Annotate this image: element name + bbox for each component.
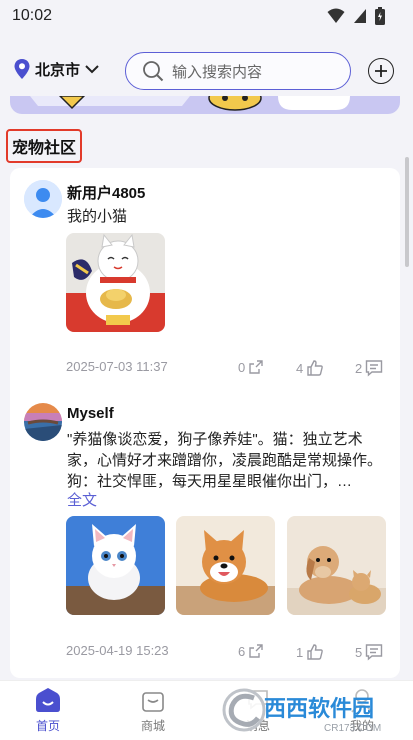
location-label: 北京市 (35, 61, 81, 79)
comment-icon (366, 360, 383, 377)
promo-banner[interactable] (10, 96, 400, 114)
comment-icon (366, 644, 383, 661)
comment-stat[interactable]: 5 (355, 643, 383, 661)
post-image-shiba[interactable] (176, 516, 275, 615)
post-card[interactable]: 新用户4805 我的小猫 2025-07-03 11:37 0 4 2 (10, 168, 400, 393)
tab-mall[interactable]: 商城 (123, 687, 183, 734)
share-icon (249, 644, 263, 658)
expand-full-text-link[interactable]: 全文 (67, 489, 97, 510)
post-image-dog-and-cat[interactable] (287, 516, 386, 615)
search-input[interactable]: 输入搜索内容 (125, 52, 351, 90)
post-card[interactable]: Myself "养猫像谈恋爱，狗子像养娃"。猫：独立艺术家，心情好才来蹭蹭你，凌… (10, 393, 400, 678)
battery-icon (375, 7, 385, 25)
watermark-brand: 西西软件园 (264, 696, 374, 721)
post-date: 2025-07-03 11:37 (66, 359, 168, 374)
section-title: 宠物社区 (6, 129, 83, 163)
tab-home[interactable]: 首页 (18, 687, 78, 734)
chevron-down-icon (85, 65, 99, 74)
post-text: 我的小猫 (67, 208, 128, 225)
landscape-avatar-image (24, 403, 62, 441)
search-placeholder: 输入搜索内容 (172, 63, 263, 81)
plus-icon (375, 65, 387, 77)
default-user-icon (24, 180, 62, 218)
shiba-dog-image (176, 516, 275, 615)
comment-count: 5 (355, 644, 363, 660)
kitten-image (66, 516, 165, 615)
post-image-kitten[interactable] (66, 516, 165, 615)
lucky-cat-image (66, 233, 165, 332)
post-username[interactable]: 新用户4805 (67, 182, 145, 203)
post-feed: 新用户4805 我的小猫 2025-07-03 11:37 0 4 2 Myse… (10, 168, 400, 678)
post-username[interactable]: Myself (67, 405, 114, 422)
top-bar: 北京市 输入搜索内容 (0, 46, 413, 96)
location-pin-icon (14, 59, 30, 79)
site-watermark: 西西软件园 CR173.COM (218, 682, 394, 738)
status-icons (327, 7, 385, 25)
share-count: 6 (238, 643, 246, 659)
like-stat[interactable]: 1 (296, 643, 324, 661)
share-icon (249, 360, 263, 374)
thumbs-up-icon (307, 644, 324, 660)
search-icon (143, 61, 164, 82)
share-stat[interactable]: 6 (238, 643, 264, 659)
tab-mall-label: 商城 (140, 719, 165, 733)
post-image-lucky-cat[interactable] (66, 233, 165, 332)
watermark-url: CR173.COM (324, 723, 381, 734)
signal-icon (354, 9, 366, 23)
add-button[interactable] (368, 58, 394, 84)
scrollbar[interactable] (405, 157, 409, 267)
comment-count: 2 (355, 360, 363, 376)
tab-home-label: 首页 (35, 719, 60, 733)
comment-stat[interactable]: 2 (355, 359, 383, 377)
share-stat[interactable]: 0 (238, 359, 264, 375)
post-text: "养猫像谈恋爱，狗子像养娃"。猫：独立艺术家，心情好才来蹭蹭你，凌晨跑酷是常规操… (67, 431, 383, 490)
location-selector[interactable]: 北京市 (13, 58, 100, 80)
shopping-bag-icon (142, 692, 164, 712)
post-date: 2025-04-19 15:23 (66, 643, 169, 658)
dog-and-cat-image (287, 516, 386, 615)
like-count: 1 (296, 644, 304, 660)
like-stat[interactable]: 4 (296, 359, 324, 377)
thumbs-up-icon (307, 360, 324, 376)
home-icon (36, 688, 60, 712)
share-count: 0 (238, 359, 246, 375)
avatar[interactable] (24, 180, 62, 218)
like-count: 4 (296, 360, 304, 376)
status-time: 10:02 (12, 7, 53, 24)
banner-illustration (30, 96, 350, 111)
wifi-icon (327, 8, 345, 23)
avatar[interactable] (24, 403, 62, 441)
watermark-logo: 西西软件园 CR173.COM (222, 688, 381, 734)
status-bar: 10:02 (0, 0, 413, 32)
